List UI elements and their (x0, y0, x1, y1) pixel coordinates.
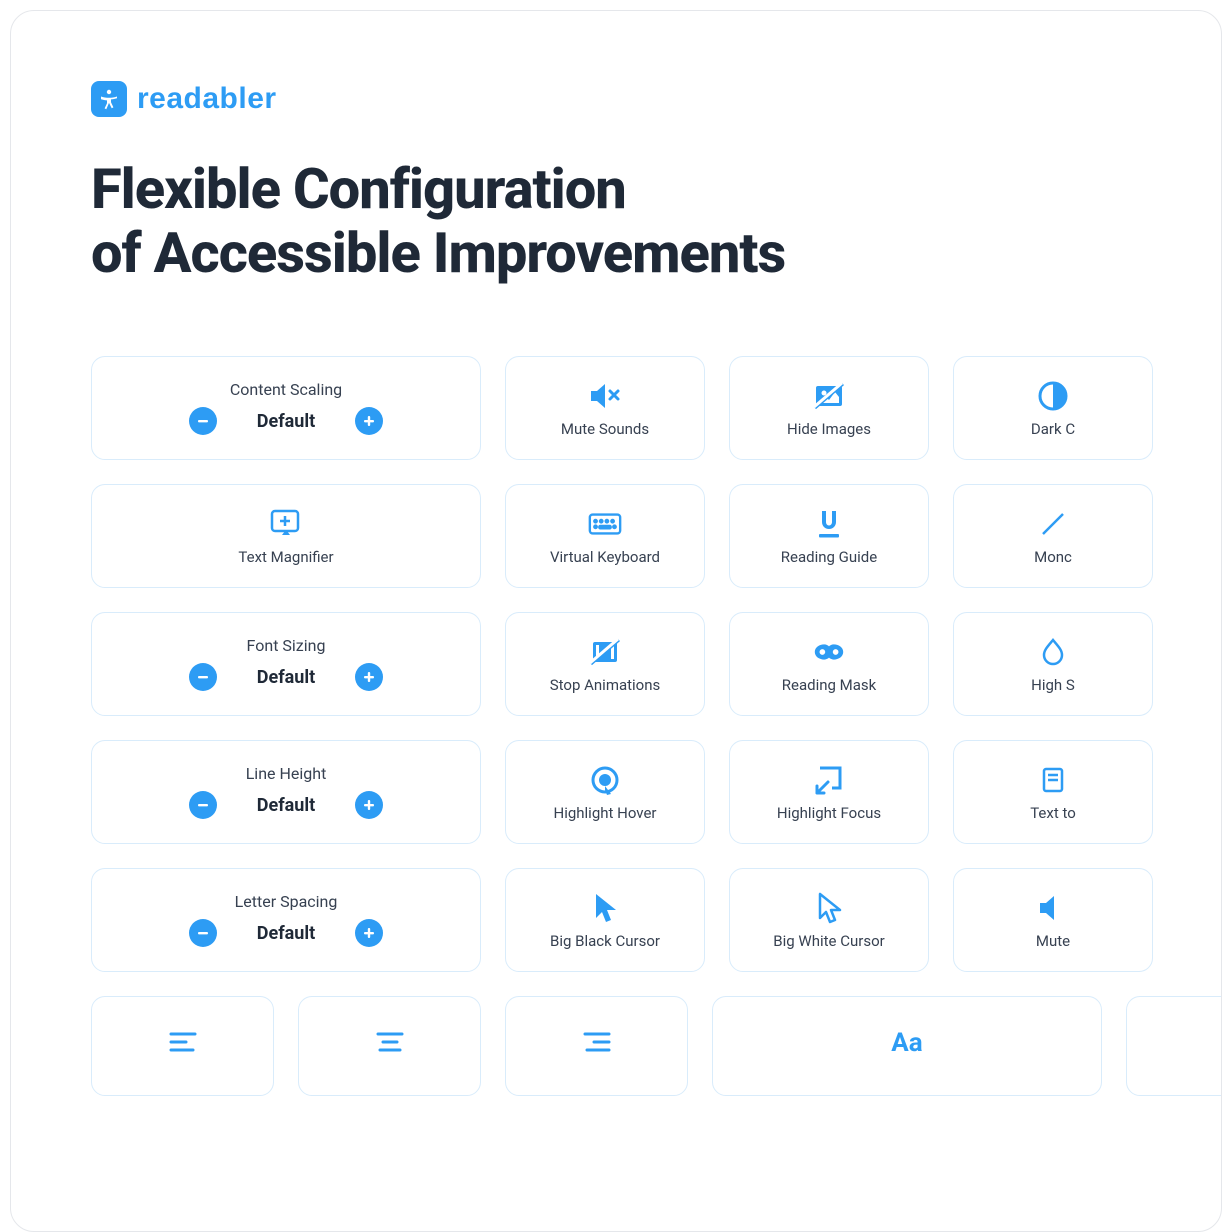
align-center-tile[interactable] (298, 996, 481, 1096)
virtual-keyboard-tile[interactable]: Virtual Keyboard (505, 484, 705, 588)
cursor-filled-icon (587, 890, 623, 926)
increase-button[interactable] (355, 919, 383, 947)
accessibility-icon (91, 81, 127, 117)
font-icon: Aa (889, 1025, 925, 1061)
options-grid: Content Scaling Default Mute Sounds Hide… (91, 356, 1221, 1100)
hide-images-icon (811, 378, 847, 414)
page-title: Flexible Configuration of Accessible Imp… (91, 157, 1221, 286)
tile-label: Big Black Cursor (550, 932, 660, 950)
tile-label: Mute Sounds (561, 420, 649, 438)
hide-images-tile[interactable]: Hide Images (729, 356, 929, 460)
highlight-focus-icon (811, 762, 847, 798)
stop-animations-icon (587, 634, 623, 670)
mute-tile[interactable]: Mute (953, 868, 1153, 972)
align-center-icon (372, 1025, 408, 1061)
tile-label: Highlight Focus (777, 804, 881, 822)
text-to-tile[interactable]: Text to (953, 740, 1153, 844)
line-height-stepper: Line Height Default (91, 740, 481, 844)
tile-label: High S (1031, 676, 1075, 694)
decrease-button[interactable] (189, 791, 217, 819)
mute-icon (587, 378, 623, 414)
tile-label: Text to (1030, 804, 1076, 822)
tile-label: Virtual Keyboard (550, 548, 660, 566)
text-magnifier-tile[interactable]: Text Magnifier (91, 484, 481, 588)
cursor-outline-icon (811, 890, 847, 926)
stepper-label: Letter Spacing (235, 892, 338, 911)
dark-tile[interactable]: Dark C (953, 356, 1153, 460)
decrease-button[interactable] (189, 919, 217, 947)
stepper-label: Content Scaling (230, 380, 342, 399)
keyboard-icon (587, 506, 623, 542)
config-panel: readabler Flexible Configuration of Acce… (10, 10, 1222, 1232)
aa-tile-2[interactable]: Aa (1126, 996, 1222, 1096)
big-black-cursor-tile[interactable]: Big Black Cursor (505, 868, 705, 972)
decrease-button[interactable] (189, 407, 217, 435)
stepper-value: Default (257, 795, 315, 816)
tile-label: Text Magnifier (238, 548, 333, 566)
aa-tile-1[interactable]: Aa (712, 996, 1102, 1096)
brand: readabler (91, 81, 1221, 117)
tile-label: Dark C (1031, 420, 1075, 438)
increase-button[interactable] (355, 407, 383, 435)
text-to-speech-icon (1035, 762, 1071, 798)
font-sizing-stepper: Font Sizing Default (91, 612, 481, 716)
mask-icon (811, 634, 847, 670)
tile-label: Reading Mask (782, 676, 877, 694)
magnifier-icon (268, 506, 304, 542)
align-right-tile[interactable] (505, 996, 688, 1096)
stop-animations-tile[interactable]: Stop Animations (505, 612, 705, 716)
stepper-value: Default (257, 923, 315, 944)
tile-label: Stop Animations (550, 676, 661, 694)
monochrome-icon (1035, 506, 1071, 542)
tile-label: Big White Cursor (773, 932, 884, 950)
align-right-icon (579, 1025, 615, 1061)
high-saturation-icon (1035, 634, 1071, 670)
tile-label: Reading Guide (781, 548, 877, 566)
highlight-hover-icon (587, 762, 623, 798)
mute-alt-icon (1035, 890, 1071, 926)
align-left-icon (165, 1025, 201, 1061)
tile-label: Highlight Hover (554, 804, 657, 822)
letter-spacing-stepper: Letter Spacing Default (91, 868, 481, 972)
highlight-hover-tile[interactable]: Highlight Hover (505, 740, 705, 844)
highlight-focus-tile[interactable]: Highlight Focus (729, 740, 929, 844)
brand-name: readabler (137, 82, 277, 116)
decrease-button[interactable] (189, 663, 217, 691)
reading-guide-tile[interactable]: Reading Guide (729, 484, 929, 588)
tile-label: Mute (1036, 932, 1070, 950)
stepper-label: Line Height (246, 764, 327, 783)
increase-button[interactable] (355, 791, 383, 819)
content-scaling-stepper: Content Scaling Default (91, 356, 481, 460)
reading-mask-tile[interactable]: Reading Mask (729, 612, 929, 716)
tile-label: Monc (1034, 548, 1072, 566)
increase-button[interactable] (355, 663, 383, 691)
stepper-value: Default (257, 667, 315, 688)
big-white-cursor-tile[interactable]: Big White Cursor (729, 868, 929, 972)
underline-icon (811, 506, 847, 542)
align-left-tile[interactable] (91, 996, 274, 1096)
mono-tile[interactable]: Monc (953, 484, 1153, 588)
stepper-value: Default (257, 411, 315, 432)
tile-label: Hide Images (787, 420, 871, 438)
stepper-label: Font Sizing (247, 636, 326, 655)
dark-contrast-icon (1035, 378, 1071, 414)
high-saturation-tile[interactable]: High S (953, 612, 1153, 716)
mute-sounds-tile[interactable]: Mute Sounds (505, 356, 705, 460)
